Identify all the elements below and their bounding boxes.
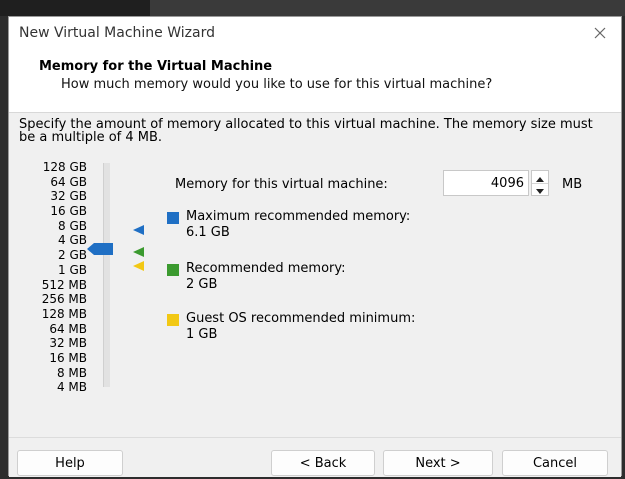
close-icon — [594, 27, 606, 39]
instructions-text: Specify the amount of memory allocated t… — [19, 117, 593, 145]
wizard-dialog: New Virtual Machine Wizard Memory for th… — [8, 16, 622, 477]
scale-label: 4 GB — [58, 233, 87, 248]
scale-label: 8 MB — [56, 365, 87, 380]
max-recommended-marker-icon — [133, 220, 144, 235]
background-left — [0, 0, 150, 16]
memory-input[interactable] — [443, 170, 529, 196]
max-recommended-legend-icon — [167, 212, 179, 224]
guest-minimum-value: 1 GB — [186, 327, 218, 342]
memory-slider-track[interactable] — [103, 163, 110, 387]
memory-spinner — [531, 170, 549, 196]
recommended-value: 2 GB — [186, 277, 218, 292]
scale-label: 16 GB — [50, 204, 87, 219]
max-recommended-info: Maximum recommended memory: 6.1 GB — [186, 209, 410, 241]
scale-label: 32 MB — [49, 336, 87, 351]
button-bar: Help < Back Next > Cancel — [9, 437, 621, 477]
page-title: Memory for the Virtual Machine — [39, 59, 273, 74]
recommended-label: Recommended memory: — [186, 261, 346, 276]
next-button[interactable]: Next > — [383, 450, 493, 476]
scale-label: 8 GB — [58, 218, 87, 233]
scale-label: 4 MB — [56, 380, 87, 395]
recommended-legend-icon — [167, 264, 179, 276]
recommended-marker-icon — [133, 242, 144, 257]
guest-minimum-legend-icon — [167, 314, 179, 326]
close-button[interactable] — [589, 22, 611, 44]
max-recommended-label: Maximum recommended memory: — [186, 209, 411, 224]
scale-label: 128 MB — [41, 306, 87, 321]
decrement-button[interactable] — [532, 183, 548, 195]
guest-minimum-info: Guest OS recommended minimum: 1 GB — [186, 311, 415, 343]
scale-label: 64 GB — [50, 174, 87, 189]
window-title: New Virtual Machine Wizard — [19, 25, 215, 41]
memory-slider-thumb[interactable] — [87, 240, 113, 255]
cancel-button[interactable]: Cancel — [502, 450, 608, 476]
scale-label: 256 MB — [41, 292, 87, 307]
scale-label: 32 GB — [50, 189, 87, 204]
help-button[interactable]: Help — [17, 450, 123, 476]
scale-label: 128 GB — [42, 160, 87, 174]
page-subtitle: How much memory would you like to use fo… — [61, 77, 493, 92]
back-button[interactable]: < Back — [271, 450, 375, 476]
guest-minimum-label: Guest OS recommended minimum: — [186, 311, 416, 326]
scale-label: 512 MB — [41, 277, 87, 292]
memory-unit: MB — [562, 177, 583, 192]
guest-minimum-marker-icon — [133, 256, 144, 271]
max-recommended-value: 6.1 GB — [186, 225, 230, 240]
title-bar: New Virtual Machine Wizard — [9, 17, 621, 49]
header-panel: Memory for the Virtual Machine How much … — [9, 49, 621, 113]
scale-label: 2 GB — [58, 248, 87, 263]
scale-label: 1 GB — [58, 262, 87, 277]
recommended-info: Recommended memory: 2 GB — [186, 261, 346, 293]
scale-label: 64 MB — [49, 321, 87, 336]
memory-scale: 128 GB 64 GB 32 GB 16 GB 8 GB 4 GB 2 GB … — [21, 160, 91, 395]
scale-label: 16 MB — [49, 350, 87, 365]
background-right — [150, 0, 625, 16]
memory-label: Memory for this virtual machine: — [175, 177, 388, 192]
chevron-down-icon — [536, 189, 544, 194]
